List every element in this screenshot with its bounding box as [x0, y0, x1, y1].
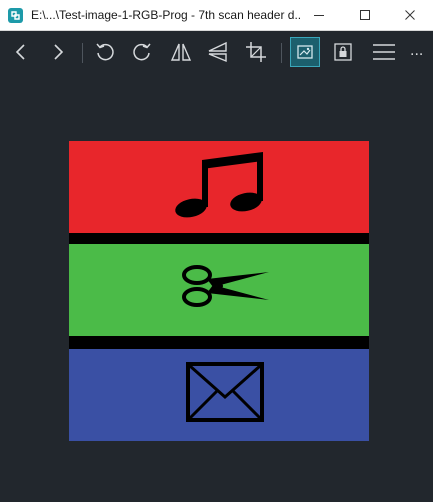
view-mode-button[interactable] — [290, 37, 320, 67]
more-button[interactable]: ... — [410, 41, 423, 61]
flip-vertical-button[interactable] — [203, 37, 233, 67]
close-button[interactable] — [387, 0, 433, 30]
crop-icon — [246, 42, 266, 62]
menu-button[interactable] — [369, 37, 399, 67]
maximize-icon — [360, 10, 370, 20]
blue-band — [69, 349, 369, 441]
maximize-button[interactable] — [342, 0, 388, 30]
lock-icon — [334, 43, 352, 61]
title-bar: E:\...\Test-image-1-RGB-Prog - 7th scan … — [0, 0, 433, 31]
close-icon — [405, 10, 415, 20]
app-icon — [8, 8, 23, 23]
next-button[interactable] — [43, 37, 73, 67]
chevron-left-icon — [15, 44, 25, 60]
rotate-ccw-icon — [96, 43, 114, 61]
music-note-icon — [175, 152, 263, 218]
rotate-left-button[interactable] — [90, 37, 120, 67]
image-canvas[interactable] — [0, 75, 433, 502]
green-band — [69, 244, 369, 336]
toolbar-separator — [82, 43, 83, 63]
image-view-icon — [297, 45, 313, 59]
red-band — [69, 141, 369, 233]
lock-button[interactable] — [328, 37, 358, 67]
rotate-right-button[interactable] — [127, 37, 157, 67]
scissors-icon — [182, 265, 269, 307]
flip-horizontal-icon — [170, 43, 192, 61]
crop-button[interactable] — [241, 37, 271, 67]
flip-vertical-icon — [208, 41, 227, 63]
toolbar-separator — [281, 43, 282, 63]
hamburger-menu-icon — [373, 44, 395, 60]
toolbar: ... — [0, 31, 433, 75]
previous-button[interactable] — [6, 37, 36, 67]
window-title: E:\...\Test-image-1-RGB-Prog - 7th scan … — [31, 8, 301, 22]
minimize-button[interactable] — [296, 0, 342, 30]
minimize-icon — [314, 15, 324, 16]
chevron-right-icon — [54, 44, 64, 60]
envelope-icon — [186, 362, 264, 422]
rotate-cw-icon — [133, 43, 151, 61]
flip-horizontal-button[interactable] — [166, 37, 196, 67]
displayed-image — [69, 141, 369, 441]
image-viewer-window: E:\...\Test-image-1-RGB-Prog - 7th scan … — [0, 0, 433, 502]
